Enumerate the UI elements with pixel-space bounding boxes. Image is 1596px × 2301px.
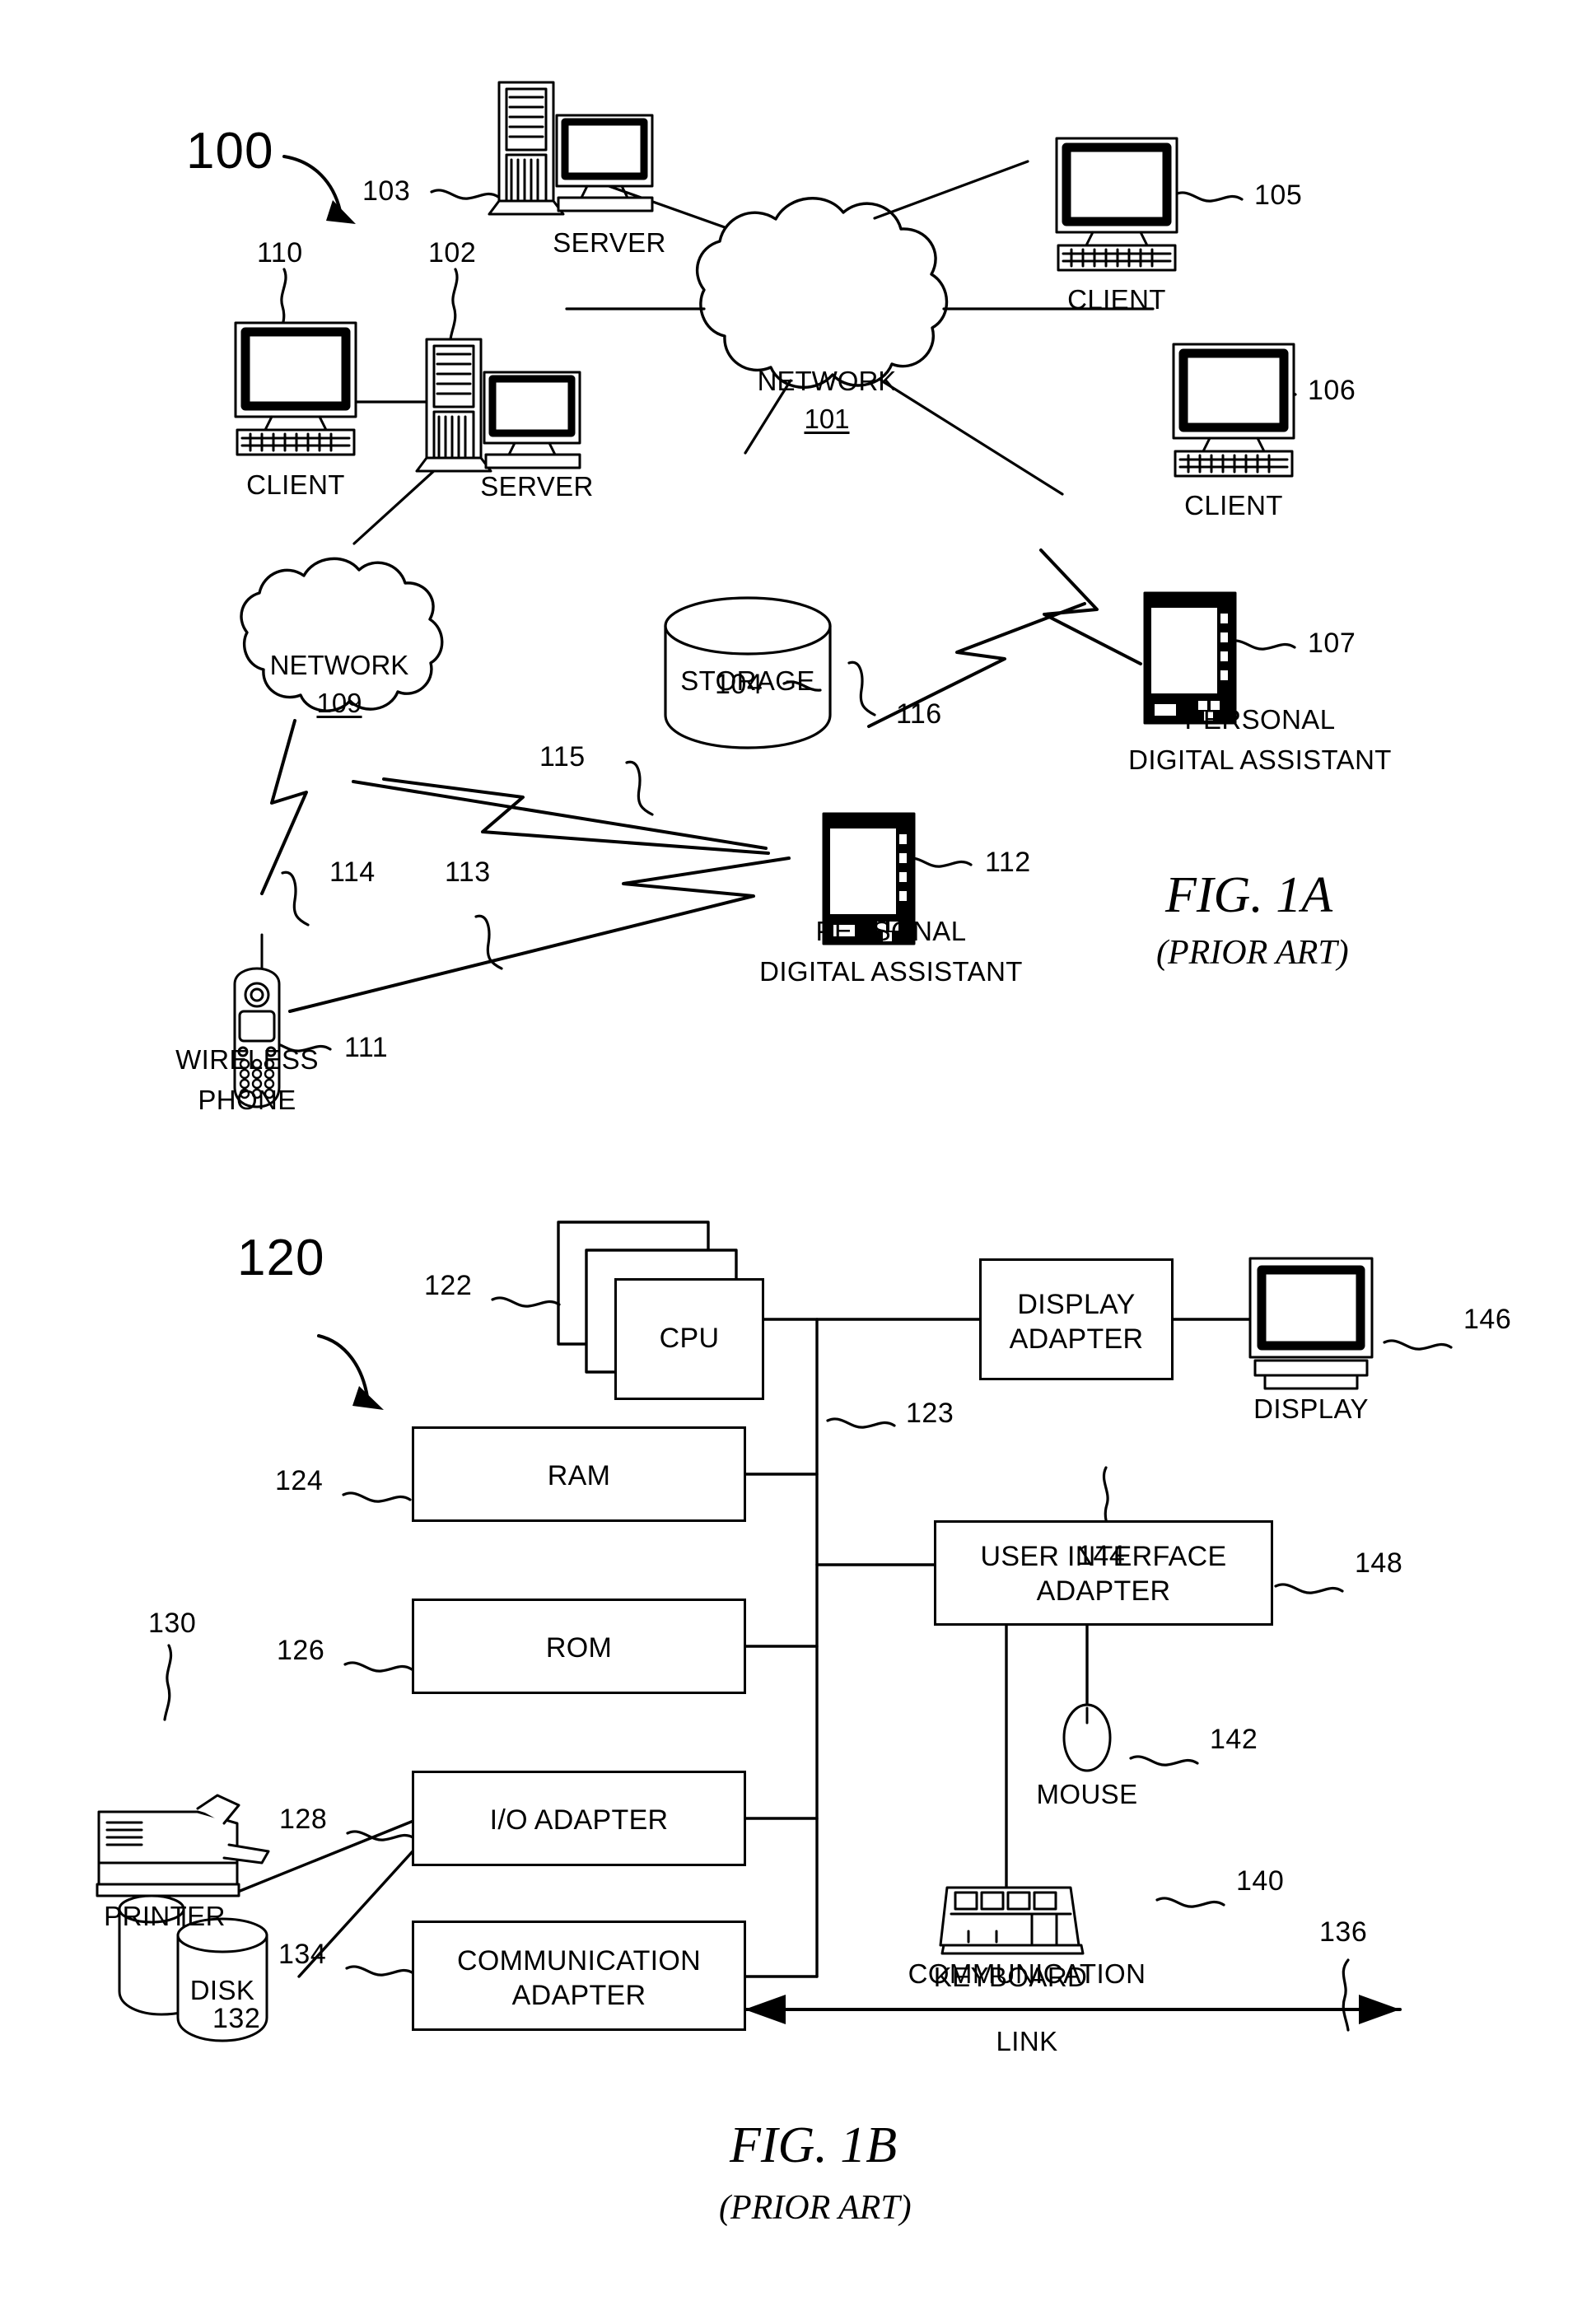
cloud-101-name: NETWORK xyxy=(757,366,897,396)
block-label-communication-adapter-line2: ADAPTER xyxy=(511,1980,646,2011)
ref-115: 115 xyxy=(539,741,586,772)
block-label-io-adapter: I/O ADAPTER xyxy=(489,1804,669,1836)
cloud-109-number: 109 xyxy=(316,688,362,718)
ref-103: 103 xyxy=(362,175,411,207)
ref-148: 148 xyxy=(1355,1547,1403,1579)
ref-142: 142 xyxy=(1210,1724,1258,1755)
system-ref-120: 120 xyxy=(237,1230,325,1286)
ref-134: 134 xyxy=(278,1939,327,1970)
device-label-client-105: CLIENT xyxy=(1067,284,1166,315)
communication-link-label-line1: COMMUNICATION xyxy=(908,1958,1146,1989)
device-label-mouse: MOUSE xyxy=(1036,1779,1138,1809)
communication-link-label-line2: LINK xyxy=(996,2026,1058,2056)
device-label-phone-line2: PHONE xyxy=(198,1085,296,1115)
block-label-display-adapter-line1: DISPLAY xyxy=(1017,1289,1136,1320)
device-label-pda-112-line1: PERSONAL xyxy=(815,916,967,946)
ref-123: 123 xyxy=(906,1398,954,1429)
figure-1a-artwork xyxy=(233,81,1297,1108)
block-label-display-adapter-line2: ADAPTER xyxy=(1009,1323,1144,1355)
device-label-phone-line1: WIRELESS xyxy=(175,1044,319,1075)
figure-1b-subcaption: (PRIOR ART) xyxy=(719,2189,912,2227)
ref-105: 105 xyxy=(1254,180,1303,211)
ref-102: 102 xyxy=(428,237,477,268)
figure-1a-subcaption: (PRIOR ART) xyxy=(1156,934,1349,972)
patent-drawing-sheet: 100 110 102 103 105 106 107 104 116 115 … xyxy=(0,0,1596,2301)
ref-126: 126 xyxy=(277,1635,325,1666)
block-label-cpu: CPU xyxy=(659,1323,720,1354)
system-ref-100: 100 xyxy=(186,123,274,180)
cloud-109-name: NETWORK xyxy=(269,650,409,680)
ref-113: 113 xyxy=(445,856,491,888)
ref-114: 114 xyxy=(329,856,376,888)
device-label-pda-107-line1: PERSONAL xyxy=(1184,704,1336,735)
ref-124: 124 xyxy=(275,1465,324,1496)
device-label-storage: STORAGE xyxy=(680,665,815,696)
device-label-pda-112-line2: DIGITAL ASSISTANT xyxy=(759,956,1023,987)
ref-128: 128 xyxy=(279,1804,328,1835)
ref-111: 111 xyxy=(344,1032,389,1063)
block-label-ui-adapter-line2: ADAPTER xyxy=(1036,1575,1171,1607)
device-label-server-102: SERVER xyxy=(480,471,594,502)
block-label-ram: RAM xyxy=(547,1460,611,1491)
ref-112: 112 xyxy=(985,847,1031,878)
figure-1b-caption: FIG. 1B xyxy=(730,2117,898,2173)
block-label-rom: ROM xyxy=(545,1632,613,1664)
ref-140: 140 xyxy=(1236,1865,1285,1897)
device-label-printer: PRINTER xyxy=(104,1901,226,1931)
device-label-display: DISPLAY xyxy=(1253,1393,1369,1424)
ref-130: 130 xyxy=(148,1608,197,1639)
device-label-disk: DISK xyxy=(189,1975,255,2005)
ref-146: 146 xyxy=(1463,1304,1512,1335)
ref-132: 132 xyxy=(212,2003,261,2034)
ref-116: 116 xyxy=(896,698,942,730)
block-label-communication-adapter-line1: COMMUNICATION xyxy=(456,1945,702,1977)
ref-144: 144 xyxy=(1077,1540,1126,1571)
ref-106: 106 xyxy=(1308,375,1356,406)
figure-1b-artwork xyxy=(96,1221,1453,2042)
ref-122: 122 xyxy=(424,1270,473,1301)
figure-1a-caption: FIG. 1A xyxy=(1165,867,1333,923)
device-label-pda-107-line2: DIGITAL ASSISTANT xyxy=(1128,744,1392,775)
device-label-client-110: CLIENT xyxy=(246,469,345,500)
ref-136: 136 xyxy=(1319,1916,1368,1948)
cloud-101-number: 101 xyxy=(804,404,850,434)
device-label-server-103: SERVER xyxy=(553,227,666,258)
ref-107: 107 xyxy=(1308,628,1356,659)
ref-110: 110 xyxy=(257,237,303,268)
device-label-client-106: CLIENT xyxy=(1184,490,1283,520)
